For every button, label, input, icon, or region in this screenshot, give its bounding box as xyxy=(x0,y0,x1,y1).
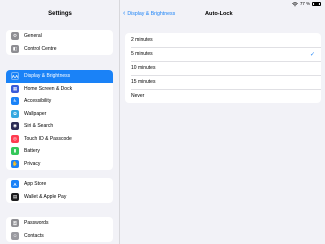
sidebar-item-display-and-brightness[interactable]: AA Display & Brightness xyxy=(6,70,113,83)
auto-lock-option[interactable]: 15 minutes xyxy=(125,75,321,89)
control-centre-icon: ◧ xyxy=(11,44,19,53)
back-button-label: Display & Brightness xyxy=(127,11,176,17)
wallet-icon: ▤ xyxy=(11,192,19,201)
auto-lock-option[interactable]: 5 minutes ✓ xyxy=(125,47,321,61)
sidebar-item-siri-and-search[interactable]: ◉ Siri & Search xyxy=(6,120,113,133)
sidebar-group: ⚙ General ◧ Control Centre xyxy=(6,30,113,55)
app-store-icon: A xyxy=(11,180,19,189)
sidebar-item-label: Battery xyxy=(24,148,40,155)
sidebar-item-label: Display & Brightness xyxy=(24,73,71,80)
wallpaper-icon: ✿ xyxy=(11,109,19,118)
option-label: 2 minutes xyxy=(131,37,153,43)
home-screen-icon: ▦ xyxy=(11,84,19,93)
option-label: 15 minutes xyxy=(131,79,156,85)
accessibility-icon: ♿ xyxy=(11,97,19,106)
hand-icon: ✋ xyxy=(11,159,19,168)
auto-lock-option[interactable]: 10 minutes xyxy=(125,61,321,75)
page-title: Auto-Lock xyxy=(205,11,233,17)
sidebar-item-label: Control Centre xyxy=(24,45,57,52)
sidebar-item-accessibility[interactable]: ♿ Accessibility xyxy=(6,95,113,108)
sidebar-item-control-centre[interactable]: ◧ Control Centre xyxy=(6,43,113,56)
sidebar-item-home-screen-and-dock[interactable]: ▦ Home Screen & Dock xyxy=(6,83,113,96)
auto-lock-options: 2 minutes 5 minutes ✓ 10 minutes 15 minutes N… xyxy=(125,33,321,103)
auto-lock-option[interactable]: 2 minutes xyxy=(125,33,321,47)
detail-pane: ‹ Display & Brightness Auto-Lock 2 minut… xyxy=(120,0,325,244)
sidebar-title: Settings xyxy=(48,11,72,17)
sidebar-item-contacts[interactable]: ☺ Contacts xyxy=(6,230,113,243)
checkmark-icon: ✓ xyxy=(309,51,315,58)
sidebar-item-label: Contacts xyxy=(24,232,44,239)
sidebar-item-label: Home Screen & Dock xyxy=(24,85,73,92)
sidebar-item-label: General xyxy=(24,33,42,40)
sidebar-item-label: App Store xyxy=(24,181,47,188)
sidebar-item-label: Wallpaper xyxy=(24,110,47,117)
sidebar-group: A App Store ▤ Wallet & Apple Pay xyxy=(6,178,113,203)
sidebar-item-privacy[interactable]: ✋ Privacy xyxy=(6,158,113,171)
sidebar-item-wallpaper[interactable]: ✿ Wallpaper xyxy=(6,108,113,121)
sidebar-item-label: Wallet & Apple Pay xyxy=(24,193,67,200)
chevron-left-icon: ‹ xyxy=(123,10,126,17)
battery-icon: ▮ xyxy=(11,147,19,156)
sidebar-item-passwords[interactable]: ⚿ Passwords xyxy=(6,217,113,230)
sidebar-item-wallet-and-apple-pay[interactable]: ▤ Wallet & Apple Pay xyxy=(6,191,113,204)
sidebar-item-label: Accessibility xyxy=(24,98,52,105)
settings-sidebar: Settings ⚙ General ◧ Control Centre AA Displa… xyxy=(0,0,120,244)
sidebar-item-touch-id-and-passcode[interactable]: ◎ Touch ID & Passcode xyxy=(6,133,113,146)
contacts-icon: ☺ xyxy=(11,231,19,240)
sidebar-item-label: Touch ID & Passcode xyxy=(24,135,72,142)
auto-lock-option[interactable]: Never xyxy=(125,89,321,103)
fingerprint-icon: ◎ xyxy=(11,134,19,143)
sidebar-item-app-store[interactable]: A App Store xyxy=(6,178,113,191)
option-label: Never xyxy=(131,93,145,99)
sidebar-item-label: Privacy xyxy=(24,160,41,167)
gear-icon: ⚙ xyxy=(11,32,19,41)
key-icon: ⚿ xyxy=(11,219,19,228)
back-button[interactable]: ‹ Display & Brightness xyxy=(123,10,175,18)
sidebar-item-label: Siri & Search xyxy=(24,123,54,130)
sidebar-item-label: Passwords xyxy=(24,220,49,227)
sidebar-group: ⚿ Passwords ☺ Contacts xyxy=(6,217,113,242)
option-label: 5 minutes xyxy=(131,51,153,57)
sidebar-item-general[interactable]: ⚙ General xyxy=(6,30,113,43)
display-brightness-icon: AA xyxy=(11,72,19,81)
siri-icon: ◉ xyxy=(11,122,19,131)
option-label: 10 minutes xyxy=(131,65,156,71)
sidebar-group: AA Display & Brightness ▦ Home Screen & Doc… xyxy=(6,70,113,170)
sidebar-item-battery[interactable]: ▮ Battery xyxy=(6,145,113,158)
